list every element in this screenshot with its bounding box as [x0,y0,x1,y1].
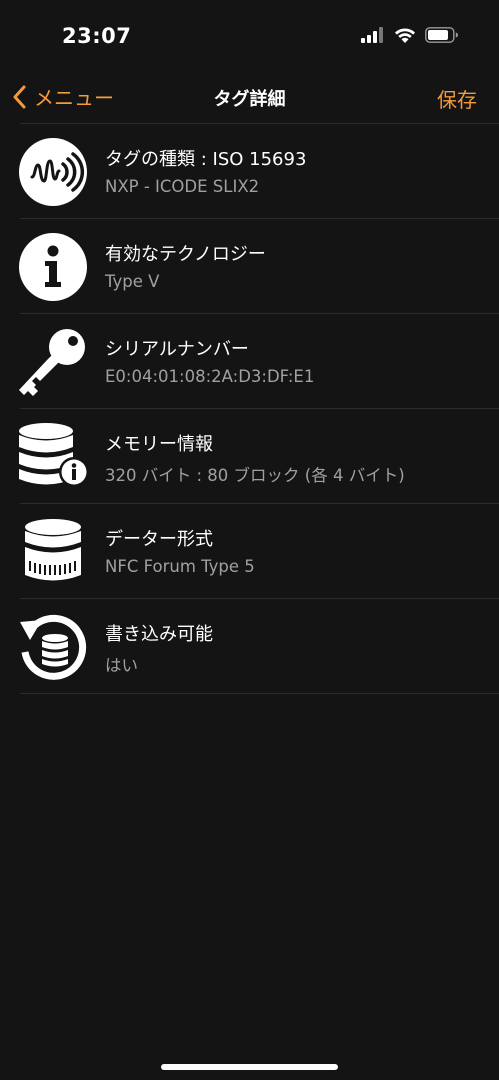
tag-detail-list: タグの種類 : ISO 15693 NXP - ICODE SLIX2 有効なテ… [0,124,499,694]
nfc-tag-icon [18,137,88,207]
list-item-serial-number: シリアルナンバー E0:04:01:08:2A:D3:DF:E1 [0,314,499,409]
list-item-tag-type: タグの種類 : ISO 15693 NXP - ICODE SLIX2 [0,124,499,219]
navigation-bar: メニュー タグ詳細 保存 [0,72,499,122]
wifi-icon [395,28,415,43]
item-value: NFC Forum Type 5 [105,557,255,576]
status-icons [361,27,459,43]
list-item-technology: 有効なテクノロジー Type V [0,219,499,314]
item-value: NXP - ICODE SLIX2 [105,177,260,196]
item-value: E0:04:01:08:2A:D3:DF:E1 [105,367,315,386]
item-title: 書き込み可能 [105,624,213,645]
item-title: 有効なテクノロジー [105,244,266,265]
item-value: 320 バイト : 80 ブロック (各 4 バイト) [105,466,405,485]
list-item-memory-info: メモリー情報 320 バイト : 80 ブロック (各 4 バイト) [0,409,499,504]
status-time: 23:07 [62,24,132,48]
signal-icon [361,27,383,43]
save-button[interactable]: 保存 [437,84,477,113]
status-bar: 23:07 [0,0,499,70]
item-value: Type V [105,272,160,291]
home-indicator[interactable] [161,1064,338,1070]
item-value: はい [105,656,138,675]
data-format-icon [18,517,88,587]
page-title: タグ詳細 [213,89,286,110]
key-icon [18,327,88,397]
divider [20,693,499,694]
item-title: タグの種類 : ISO 15693 [105,149,307,170]
memory-info-icon [18,422,89,492]
info-icon [18,232,88,302]
writable-icon [18,612,88,682]
battery-icon [425,27,458,43]
item-title: シリアルナンバー [105,339,249,360]
item-title: データー形式 [105,529,213,550]
list-item-data-format: データー形式 NFC Forum Type 5 [0,504,499,599]
item-title: メモリー情報 [105,434,213,455]
list-item-writable: 書き込み可能 はい [0,599,499,694]
